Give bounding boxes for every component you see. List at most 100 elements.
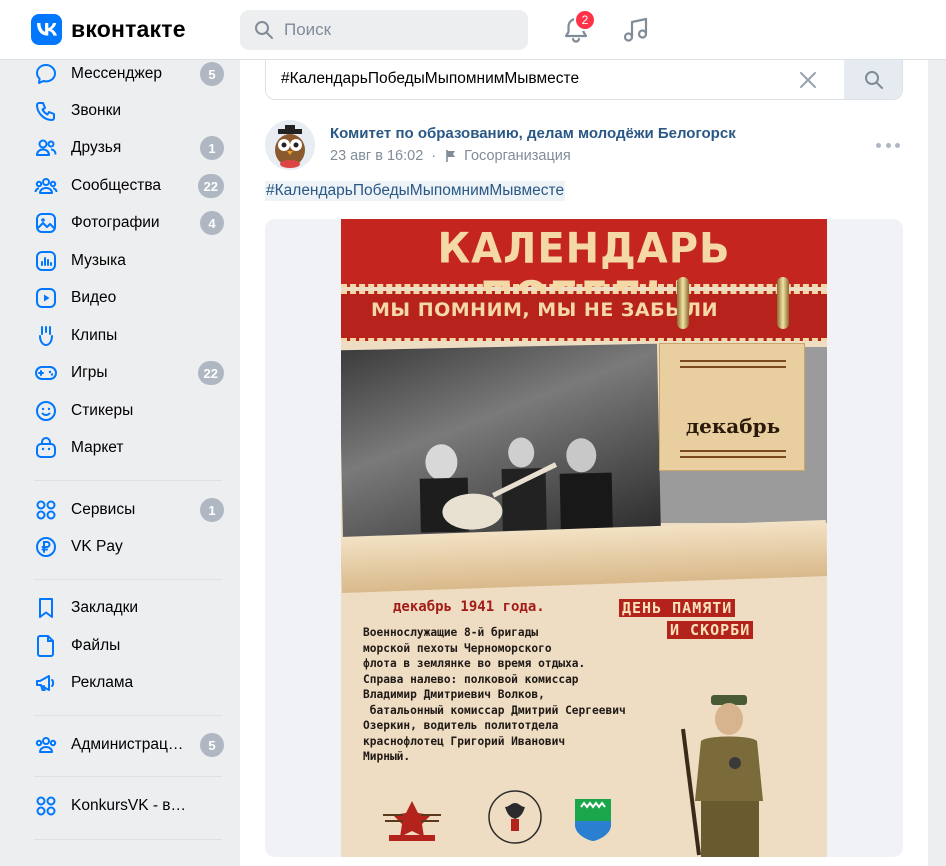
sidebar-item[interactable]: Реклама bbox=[34, 665, 226, 701]
sidebar-item[interactable]: Администрац… 5 bbox=[34, 727, 226, 763]
sidebar-item-label: Мессенджер bbox=[71, 65, 163, 82]
megaphone-icon bbox=[34, 671, 58, 695]
meta-separator: · bbox=[431, 148, 437, 164]
sidebar-item-label: Звонки bbox=[71, 102, 122, 119]
search-input[interactable]: Поиск bbox=[240, 10, 528, 50]
sidebar-item-counter: 5 bbox=[200, 62, 224, 86]
bookmark-icon bbox=[34, 596, 58, 620]
file-icon bbox=[34, 634, 58, 658]
author-avatar[interactable] bbox=[265, 120, 315, 170]
poster: КАЛЕНДАРЬ ПОБЕДЫ МЫ ПОМНИМ, МЫ НЕ ЗАБЫЛИ bbox=[341, 219, 827, 857]
search-icon bbox=[865, 71, 883, 89]
poster-historic-photo bbox=[341, 343, 661, 543]
poster-subtitle: МЫ ПОМНИМ, МЫ НЕ ЗАБЫЛИ bbox=[371, 299, 718, 321]
poster-day-title-1: ДЕНЬ ПАМЯТИ bbox=[619, 599, 736, 617]
sidebar-item[interactable]: Фотографии 4 bbox=[34, 205, 226, 241]
sidebar-item-label: Друзья bbox=[71, 139, 122, 156]
sidebar-item[interactable]: Маркет bbox=[34, 430, 226, 466]
sidebar-item-counter: 5 bbox=[200, 733, 224, 757]
search-placeholder: Поиск bbox=[284, 20, 332, 39]
soldiers-image bbox=[419, 437, 613, 533]
sidebar-item-label: Игры bbox=[71, 364, 108, 381]
poster-body-text: Военнослужащие 8-й бригады морской пехот… bbox=[363, 626, 626, 763]
eagle-emblem-icon bbox=[488, 790, 542, 844]
sidebar-item-label: Клипы bbox=[71, 327, 118, 344]
sidebar-item-label: Администрац… bbox=[71, 736, 184, 753]
smile-icon bbox=[34, 399, 58, 423]
vk-logo[interactable]: вконтакте bbox=[31, 14, 186, 45]
post-meta: 23 авг в 16:02 · Госорганизация bbox=[330, 148, 571, 164]
sidebar-item-label: Сервисы bbox=[71, 501, 136, 518]
pobeda-logo-icon bbox=[383, 801, 441, 841]
sidebar-item[interactable]: Файлы bbox=[34, 628, 226, 664]
sidebar-item[interactable]: Мессенджер 5 bbox=[34, 56, 226, 92]
sidebar-item-counter: 22 bbox=[197, 361, 224, 385]
ornament bbox=[680, 450, 786, 458]
sidebar-item-label: KonkursVK - выбор… bbox=[71, 797, 193, 814]
logo-text: вконтакте bbox=[71, 16, 186, 42]
calendar-ring-icon bbox=[677, 277, 689, 329]
market-icon bbox=[34, 436, 58, 460]
poster-day-title-2: И СКОРБИ bbox=[667, 621, 754, 639]
sidebar-item-label: Закладки bbox=[71, 599, 139, 616]
sidebar-item-label: Реклама bbox=[71, 674, 134, 691]
sidebar-item[interactable]: VK Pay bbox=[34, 529, 226, 565]
sidebar-item[interactable]: Закладки bbox=[34, 590, 226, 626]
post-author-link[interactable]: Комитет по образованию, делам молодёжи Б… bbox=[330, 125, 736, 142]
sidebar-item-label: Сообщества bbox=[71, 177, 162, 194]
sidebar-item[interactable]: Сервисы 1 bbox=[34, 492, 226, 528]
sidebar-item-label: VK Pay bbox=[71, 538, 123, 555]
sidebar-item[interactable]: KonkursVK - выбор… bbox=[34, 788, 226, 824]
poster-month: декабрь bbox=[685, 414, 781, 438]
sidebar-item[interactable]: Сообщества 22 bbox=[34, 168, 226, 204]
soldier-figure-icon bbox=[681, 695, 763, 857]
sidebar-divider bbox=[34, 480, 222, 481]
top-header: вконтакте Поиск 2 bbox=[0, 0, 946, 60]
sidebar-item[interactable]: Видео bbox=[34, 280, 226, 316]
sidebar-item[interactable]: Клипы bbox=[34, 318, 226, 354]
sidebar-item-label: Фотографии bbox=[71, 214, 160, 231]
clear-icon[interactable] bbox=[796, 68, 820, 92]
post-hashtag-link[interactable]: #КалендарьПобедыМыпомнимМывместе bbox=[265, 181, 566, 201]
music-player-icon[interactable] bbox=[620, 14, 652, 46]
poster-date-line: декабрь 1941 года. bbox=[393, 599, 545, 615]
friends-icon bbox=[34, 136, 58, 160]
ornament bbox=[680, 360, 786, 368]
sidebar-divider bbox=[34, 579, 222, 580]
hashtag-search-value[interactable]: #КалендарьПобедыМыпомнимМывместе bbox=[281, 70, 579, 88]
more-options-icon[interactable] bbox=[876, 138, 900, 152]
services-icon bbox=[34, 498, 58, 522]
sidebar-item-label: Файлы bbox=[71, 637, 121, 654]
sidebar-item-counter: 4 bbox=[200, 211, 224, 235]
communities-icon bbox=[34, 174, 58, 198]
admin-icon bbox=[34, 733, 58, 757]
sidebar-item-counter: 1 bbox=[200, 136, 224, 160]
search-submit-button[interactable] bbox=[844, 60, 902, 99]
post-category: Госорганизация bbox=[464, 148, 571, 164]
sidebar-item[interactable]: Друзья 1 bbox=[34, 130, 226, 166]
message-icon bbox=[34, 62, 58, 86]
sidebar-divider bbox=[34, 715, 222, 716]
vk-logo-icon bbox=[31, 14, 62, 45]
phone-icon bbox=[34, 99, 58, 123]
sidebar-item-counter: 1 bbox=[200, 498, 224, 522]
clips-icon bbox=[34, 324, 58, 348]
photo-icon bbox=[34, 211, 58, 235]
sidebar-item-label: Стикеры bbox=[71, 402, 134, 419]
sidebar-item-label: Маркет bbox=[71, 439, 124, 456]
post-date[interactable]: 23 авг в 16:02 bbox=[330, 148, 423, 164]
hashtag-search-bar[interactable]: #КалендарьПобедыМыпомнимМывместе bbox=[265, 60, 903, 100]
calendar-ring-icon bbox=[777, 277, 789, 329]
sidebar-item[interactable]: Игры 22 bbox=[34, 355, 226, 391]
video-icon bbox=[34, 286, 58, 310]
left-sidebar: Мессенджер 5 Звонки Друзья 1 Сообщества 22 Фото… bbox=[0, 60, 240, 866]
notifications-badge: 2 bbox=[574, 9, 596, 31]
sidebar-item[interactable]: Звонки bbox=[34, 93, 226, 129]
vkpay-icon bbox=[34, 535, 58, 559]
post-image[interactable]: КАЛЕНДАРЬ ПОБЕДЫ МЫ ПОМНИМ, МЫ НЕ ЗАБЫЛИ bbox=[265, 219, 903, 857]
sidebar-item-label: Музыка bbox=[71, 252, 126, 269]
sidebar-divider bbox=[34, 776, 222, 777]
sidebar-item[interactable]: Музыка bbox=[34, 243, 226, 279]
sidebar-item[interactable]: Стикеры bbox=[34, 393, 226, 429]
feed-content: #КалендарьПобедыМыпомнимМывместе Комитет… bbox=[240, 60, 928, 866]
